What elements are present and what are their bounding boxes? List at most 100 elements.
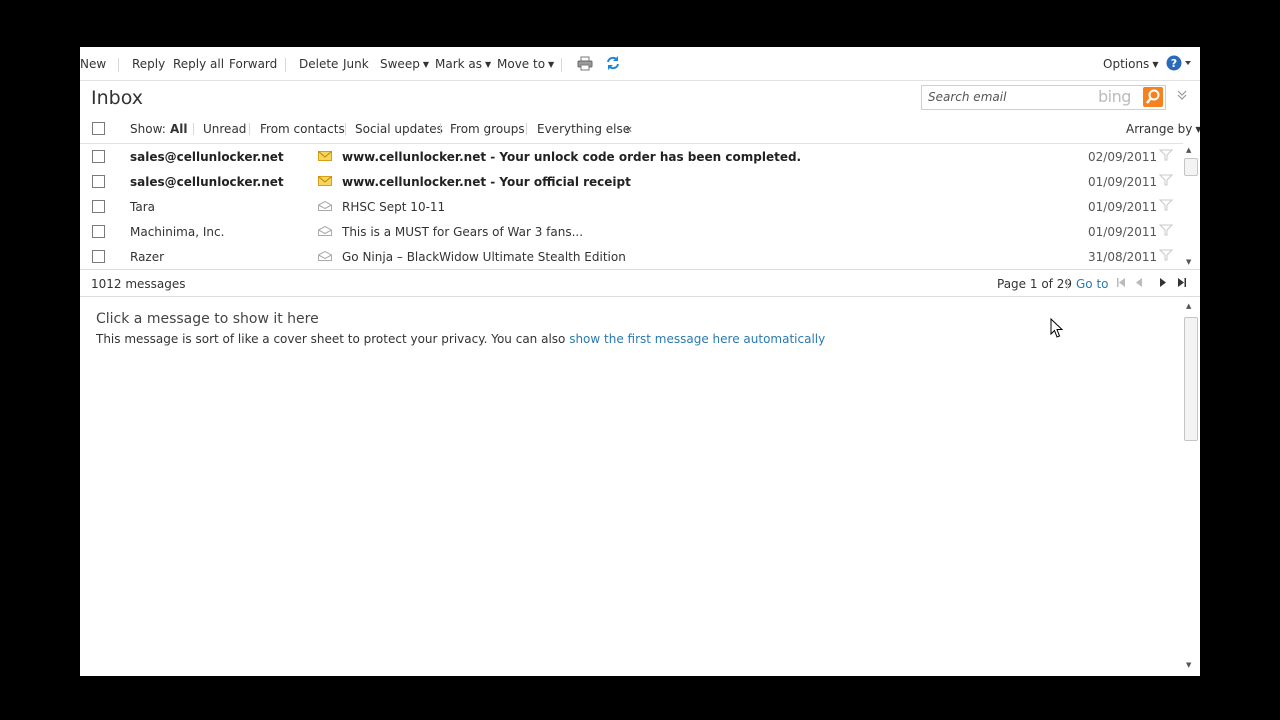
message-sender: Tara — [130, 200, 155, 214]
toolbar-divider — [285, 58, 286, 72]
flag-icon[interactable] — [1159, 249, 1173, 261]
dropdown-caret-icon: ▼ — [485, 60, 492, 69]
show-label: Show: — [130, 122, 166, 136]
scroll-up-icon[interactable]: ▲ — [1186, 302, 1191, 310]
first-page-icon[interactable] — [1116, 277, 1126, 288]
message-sender: Machinima, Inc. — [130, 225, 225, 239]
filter-all[interactable]: All — [170, 122, 188, 136]
last-page-icon[interactable] — [1177, 277, 1187, 288]
page-title: Inbox — [91, 87, 143, 109]
message-sender: sales@cellunlocker.net — [130, 175, 284, 189]
reply-button[interactable]: Reply — [132, 57, 165, 71]
collapse-filters-icon[interactable]: « — [625, 122, 632, 136]
delete-button[interactable]: Delete — [299, 57, 338, 71]
junk-button[interactable]: Junk — [343, 57, 369, 71]
flag-icon[interactable] — [1159, 199, 1173, 211]
flag-icon[interactable] — [1159, 149, 1173, 161]
row-checkbox[interactable] — [92, 250, 105, 263]
arrange-by-menu[interactable]: Arrange by ▼ — [1126, 122, 1200, 136]
message-row[interactable]: Razer Go Ninja – BlackWidow Ultimate Ste… — [80, 244, 1180, 269]
flag-icon[interactable] — [1159, 224, 1173, 236]
scrollbar-thumb[interactable] — [1184, 317, 1198, 441]
reading-pane-scrollbar[interactable]: ▲ ▼ — [1183, 299, 1198, 676]
message-subject: www.cellunlocker.net - Your unlock code … — [342, 150, 802, 164]
status-divider — [1067, 278, 1068, 290]
message-row[interactable]: Tara RHSC Sept 10-11 01/09/2011 — [80, 194, 1180, 219]
options-label: Options — [1103, 57, 1150, 71]
search-button[interactable] — [1143, 87, 1163, 107]
message-list: sales@cellunlocker.net www.cellunlocker.… — [80, 144, 1180, 269]
message-date: 31/08/2011 — [1088, 250, 1158, 264]
unread-envelope-icon — [318, 176, 332, 186]
move-to-label: Move to — [497, 57, 546, 71]
message-row[interactable]: sales@cellunlocker.net www.cellunlocker.… — [80, 169, 1180, 194]
page-indicator: Page 1 of 29 — [997, 277, 1072, 291]
scroll-down-icon[interactable]: ▼ — [1186, 258, 1191, 266]
help-icon[interactable]: ? — [1166, 55, 1192, 74]
unread-envelope-icon — [318, 151, 332, 161]
flag-icon[interactable] — [1159, 174, 1173, 186]
dropdown-caret-icon: ▼ — [548, 60, 555, 69]
message-date: 01/09/2011 — [1088, 175, 1158, 189]
options-menu[interactable]: Options ▼ — [1103, 57, 1158, 71]
refresh-icon[interactable] — [606, 55, 620, 74]
scroll-down-icon[interactable]: ▼ — [1186, 661, 1191, 669]
toolbar-divider — [118, 58, 119, 72]
message-subject: www.cellunlocker.net - Your official rec… — [342, 175, 631, 189]
next-page-icon[interactable] — [1159, 277, 1167, 288]
forward-button[interactable]: Forward — [229, 57, 277, 71]
read-envelope-icon — [318, 226, 332, 236]
go-to-link[interactable]: Go to — [1076, 277, 1109, 291]
previous-page-icon[interactable] — [1135, 277, 1143, 288]
row-checkbox[interactable] — [92, 150, 105, 163]
filter-from-groups[interactable]: From groups — [450, 122, 525, 136]
sweep-label: Sweep — [380, 57, 420, 71]
filter-divider — [526, 123, 527, 135]
toolbar-divider-line — [80, 80, 1200, 81]
message-sender: sales@cellunlocker.net — [130, 150, 284, 164]
message-date: 01/09/2011 — [1088, 200, 1158, 214]
filter-everything-else[interactable]: Everything else — [537, 122, 630, 136]
mark-as-menu[interactable]: Mark as ▼ — [435, 57, 491, 71]
read-envelope-icon — [318, 251, 332, 261]
filter-divider — [193, 123, 194, 135]
show-first-message-link[interactable]: show the first message here automaticall… — [569, 332, 825, 346]
mark-as-label: Mark as — [435, 57, 483, 71]
toolbar: New Reply Reply all Forward Delete Junk … — [80, 47, 1200, 80]
filter-from-contacts[interactable]: From contacts — [260, 122, 345, 136]
reading-pane: Click a message to show it here This mes… — [80, 297, 1180, 676]
message-row[interactable]: sales@cellunlocker.net www.cellunlocker.… — [80, 144, 1180, 169]
message-date: 01/09/2011 — [1088, 225, 1158, 239]
filter-unread[interactable]: Unread — [203, 122, 246, 136]
row-checkbox[interactable] — [92, 200, 105, 213]
scroll-up-icon[interactable]: ▲ — [1186, 146, 1191, 154]
message-subject: Go Ninja – BlackWidow Ultimate Stealth E… — [342, 250, 626, 264]
message-subject: This is a MUST for Gears of War 3 fans..… — [342, 225, 584, 239]
read-envelope-icon — [318, 201, 332, 211]
reading-pane-text: This message is sort of like a cover she… — [96, 332, 570, 346]
toolbar-divider — [561, 58, 562, 72]
filter-bar: Show: All Unread From contacts Social up… — [80, 118, 1200, 140]
expand-search-icon[interactable] — [1176, 89, 1188, 104]
filter-social-updates[interactable]: Social updates — [355, 122, 443, 136]
svg-text:?: ? — [1171, 57, 1177, 70]
scrollbar-thumb[interactable] — [1184, 158, 1198, 176]
reading-pane-title: Click a message to show it here — [96, 311, 319, 327]
reply-all-button[interactable]: Reply all — [173, 57, 224, 71]
sweep-menu[interactable]: Sweep ▼ — [380, 57, 429, 71]
message-row[interactable]: Machinima, Inc. This is a MUST for Gears… — [80, 219, 1180, 244]
new-button[interactable]: New — [80, 57, 106, 71]
message-list-scrollbar[interactable]: ▲ ▼ — [1183, 144, 1198, 269]
move-to-menu[interactable]: Move to ▼ — [497, 57, 554, 71]
search-box: bing — [921, 85, 1166, 110]
row-checkbox[interactable] — [92, 225, 105, 238]
row-checkbox[interactable] — [92, 175, 105, 188]
search-input[interactable] — [928, 89, 1088, 105]
bing-logo: bing — [1098, 87, 1131, 106]
reading-pane-message: This message is sort of like a cover she… — [96, 332, 825, 346]
print-icon[interactable] — [577, 56, 593, 74]
dropdown-caret-icon: ▼ — [422, 60, 429, 69]
filter-divider — [249, 123, 250, 135]
select-all-checkbox[interactable] — [92, 122, 105, 135]
filter-divider — [345, 123, 346, 135]
